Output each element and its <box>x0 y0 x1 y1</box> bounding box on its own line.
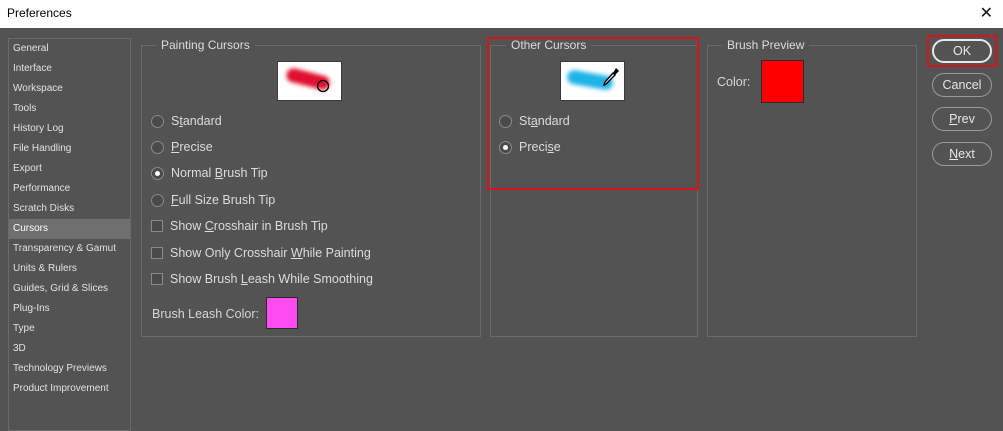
painting-standard-radio[interactable]: Standard <box>151 114 222 128</box>
sidebar-item-tools[interactable]: Tools <box>9 99 130 119</box>
checkbox-box[interactable] <box>151 247 163 259</box>
painting-cursors-group: Painting Cursors Standard Precise Normal… <box>141 38 481 337</box>
brush-preview-color-swatch[interactable] <box>761 60 804 103</box>
cancel-button[interactable]: Cancel <box>932 73 992 97</box>
option-label: Precise <box>171 140 213 154</box>
painting-precise-radio[interactable]: Precise <box>151 140 213 154</box>
sidebar-item-workspace[interactable]: Workspace <box>9 79 130 99</box>
option-label: Precise <box>519 140 561 154</box>
sidebar-item-file-handling[interactable]: File Handling <box>9 139 130 159</box>
brush-leash-color-label: Brush Leash Color: <box>152 307 260 321</box>
sidebar-item-plug-ins[interactable]: Plug-Ins <box>9 299 130 319</box>
checkbox-box[interactable] <box>151 273 163 285</box>
option-label: Normal Brush Tip <box>171 166 268 180</box>
option-label: Standard <box>171 114 222 128</box>
sidebar-item-cursors[interactable]: Cursors <box>9 219 130 239</box>
brush-leash-color-swatch[interactable] <box>266 297 298 329</box>
sidebar-item-units-rulers[interactable]: Units & Rulers <box>9 259 130 279</box>
title-bar: Preferences ✕ <box>0 0 1003 28</box>
sidebar-item-type[interactable]: Type <box>9 319 130 339</box>
next-button[interactable]: Next <box>932 142 992 166</box>
sidebar-item-interface[interactable]: Interface <box>9 59 130 79</box>
radio-circle[interactable] <box>151 114 164 128</box>
checkbox-label: Show Crosshair in Brush Tip <box>170 219 328 233</box>
window-title: Preferences <box>7 6 72 20</box>
brush-preview-group: Brush Preview Color: <box>707 38 917 337</box>
radio-circle[interactable] <box>151 193 164 207</box>
painting-normal-brush-tip-radio[interactable]: Normal Brush Tip <box>151 166 268 180</box>
show-only-crosshair-checkbox[interactable]: Show Only Crosshair While Painting <box>151 246 371 260</box>
sidebar-item-3d[interactable]: 3D <box>9 339 130 359</box>
eyedropper-stroke-preview-icon <box>560 61 625 101</box>
other-standard-radio[interactable]: Standard <box>499 114 570 128</box>
sidebar-item-technology-previews[interactable]: Technology Previews <box>9 359 130 379</box>
ok-button[interactable]: OK <box>932 39 992 63</box>
painting-cursors-legend: Painting Cursors <box>156 38 255 52</box>
other-precise-radio[interactable]: Precise <box>499 140 561 154</box>
other-cursors-legend: Other Cursors <box>506 38 592 52</box>
sidebar-item-guides-grid-slices[interactable]: Guides, Grid & Slices <box>9 279 130 299</box>
sidebar-item-general[interactable]: General <box>9 39 130 59</box>
sidebar-item-history-log[interactable]: History Log <box>9 119 130 139</box>
sidebar-item-product-improvement[interactable]: Product Improvement <box>9 379 130 399</box>
checkbox-box[interactable] <box>151 220 163 232</box>
brush-stroke-preview-icon <box>277 61 342 101</box>
radio-circle[interactable] <box>151 140 164 154</box>
close-icon[interactable]: ✕ <box>980 3 993 23</box>
show-brush-leash-checkbox[interactable]: Show Brush Leash While Smoothing <box>151 272 373 286</box>
option-label: Full Size Brush Tip <box>171 193 276 207</box>
preferences-category-list: General Interface Workspace Tools History Lo… <box>8 38 131 431</box>
checkbox-label: Show Only Crosshair While Painting <box>170 246 371 260</box>
brush-preview-color-label: Color: <box>717 75 751 89</box>
radio-circle-selected[interactable] <box>151 166 164 180</box>
sidebar-item-scratch-disks[interactable]: Scratch Disks <box>9 199 130 219</box>
other-cursors-group: Other Cursors Standard Precise <box>490 38 698 337</box>
prev-button[interactable]: Prev <box>932 107 992 131</box>
radio-circle[interactable] <box>499 114 512 128</box>
show-crosshair-checkbox[interactable]: Show Crosshair in Brush Tip <box>151 219 328 233</box>
sidebar-item-transparency-gamut[interactable]: Transparency & Gamut <box>9 239 130 259</box>
painting-full-size-brush-tip-radio[interactable]: Full Size Brush Tip <box>151 193 275 207</box>
sidebar-item-export[interactable]: Export <box>9 159 130 179</box>
radio-circle-selected[interactable] <box>499 140 512 154</box>
sidebar-item-performance[interactable]: Performance <box>9 179 130 199</box>
checkbox-label: Show Brush Leash While Smoothing <box>170 272 373 286</box>
eyedropper-icon <box>602 68 619 87</box>
option-label: Standard <box>519 114 570 128</box>
brush-preview-legend: Brush Preview <box>722 38 810 52</box>
brush-tip-circle-icon <box>316 79 330 93</box>
